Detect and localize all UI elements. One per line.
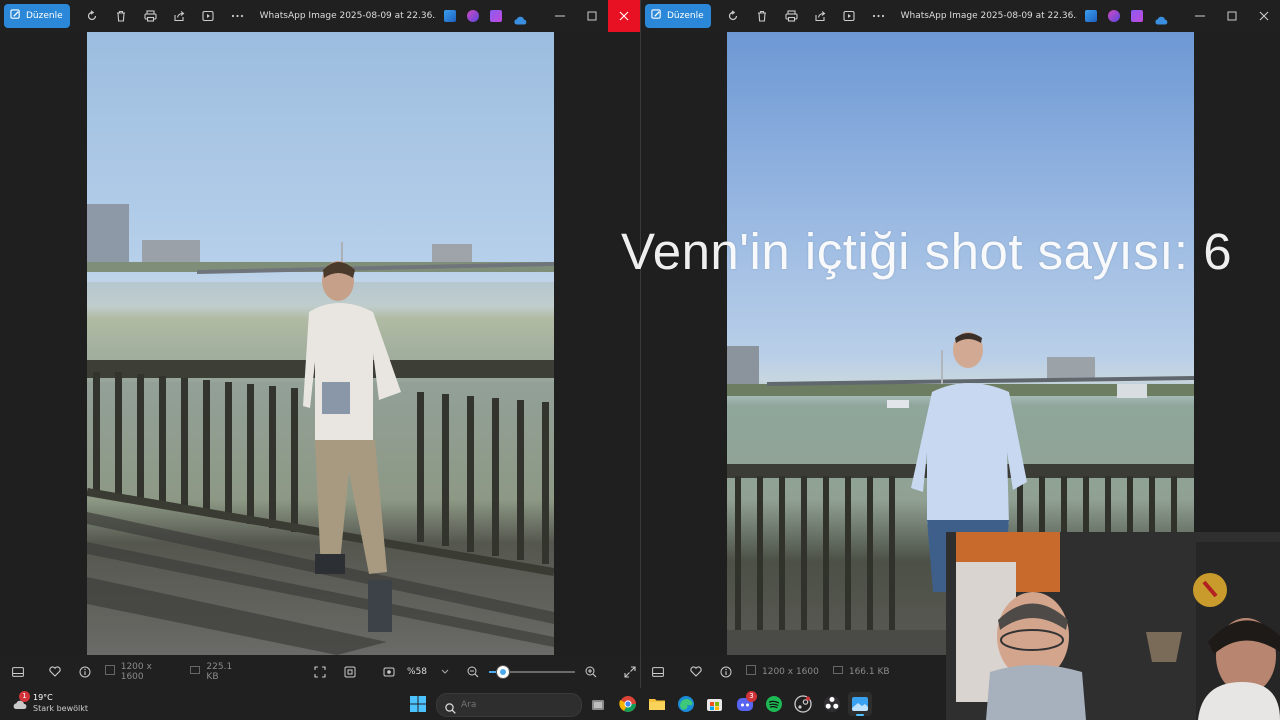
edit-icon bbox=[10, 9, 21, 23]
delete-icon[interactable] bbox=[107, 0, 136, 32]
photos-app-icon[interactable] bbox=[1084, 10, 1097, 22]
info-icon[interactable] bbox=[75, 662, 95, 682]
print-icon[interactable] bbox=[777, 0, 806, 32]
window-title: WhatsApp Image 2025-08-09 at 22.36.38... bbox=[900, 11, 1077, 21]
maximize-button[interactable] bbox=[1216, 0, 1248, 32]
maximize-button[interactable] bbox=[576, 0, 608, 32]
weather-temp: 19°C bbox=[33, 693, 53, 702]
title-bar: Düzenle WhatsApp Image 2025-08-09 at 22.… bbox=[0, 0, 640, 32]
image-dimensions-icon bbox=[746, 665, 756, 678]
rotate-icon[interactable] bbox=[719, 0, 748, 32]
favorite-icon[interactable] bbox=[686, 662, 706, 682]
fit-screen-icon[interactable] bbox=[310, 662, 330, 682]
discord-icon[interactable]: 3 bbox=[736, 691, 757, 712]
file-size: 166.1 KB bbox=[848, 666, 890, 677]
photo-canvas[interactable] bbox=[87, 32, 554, 655]
image-dimensions-icon bbox=[104, 665, 115, 678]
share-icon[interactable] bbox=[806, 0, 835, 32]
clipchamp-app-icon[interactable] bbox=[1130, 10, 1143, 22]
more-options-icon[interactable] bbox=[864, 0, 893, 32]
filmstrip-icon[interactable] bbox=[8, 662, 28, 682]
weather-badge: 1 bbox=[19, 691, 30, 702]
obs-icon[interactable] bbox=[823, 695, 841, 713]
windows-logo-icon bbox=[410, 696, 426, 712]
search-input[interactable] bbox=[459, 697, 573, 713]
minimize-button[interactable] bbox=[1184, 0, 1216, 32]
webcam-overlay bbox=[946, 532, 1280, 720]
file-size: 225.1 KB bbox=[206, 661, 233, 682]
photo-image bbox=[87, 204, 554, 655]
share-icon[interactable] bbox=[165, 0, 194, 32]
delete-icon[interactable] bbox=[748, 0, 777, 32]
search-icon bbox=[445, 699, 456, 718]
start-button[interactable] bbox=[410, 696, 426, 712]
onedrive-icon[interactable] bbox=[513, 10, 526, 25]
discord-badge: 3 bbox=[746, 691, 757, 702]
photos-taskbar-icon[interactable] bbox=[848, 692, 872, 716]
zoom-slider-thumb[interactable] bbox=[496, 665, 509, 678]
rotate-icon[interactable] bbox=[78, 0, 107, 32]
zoom-in-icon[interactable] bbox=[581, 662, 601, 682]
spotify-icon[interactable] bbox=[765, 695, 783, 713]
filmstrip-icon[interactable] bbox=[648, 662, 668, 682]
zoom-slider[interactable] bbox=[488, 665, 575, 679]
zoom-out-icon[interactable] bbox=[463, 662, 483, 682]
onedrive-icon[interactable] bbox=[1154, 10, 1167, 25]
image-dimensions: 1200 x 1600 bbox=[120, 661, 152, 682]
designer-app-icon[interactable] bbox=[466, 10, 479, 22]
task-view-icon[interactable] bbox=[591, 697, 605, 711]
store-icon[interactable] bbox=[706, 695, 723, 712]
close-button[interactable] bbox=[608, 0, 640, 32]
fullscreen-icon[interactable] bbox=[620, 662, 640, 682]
edit-button[interactable]: Düzenle bbox=[645, 4, 711, 28]
chevron-down-icon bbox=[441, 667, 449, 677]
info-icon[interactable] bbox=[716, 662, 736, 682]
window-title: WhatsApp Image 2025-08-09 at 22.36.54... bbox=[259, 11, 436, 21]
webcam-feed bbox=[946, 532, 1280, 720]
more-options-icon[interactable] bbox=[223, 0, 252, 32]
zoom-dropdown[interactable]: %58 bbox=[407, 667, 449, 677]
actual-size-icon[interactable] bbox=[340, 662, 360, 682]
minimize-button[interactable] bbox=[544, 0, 576, 32]
weather-desc: Stark bewölkt bbox=[33, 704, 89, 713]
edit-icon bbox=[651, 9, 662, 23]
edit-button[interactable]: Düzenle bbox=[4, 4, 70, 28]
photos-window-left: Düzenle WhatsApp Image 2025-08-09 at 22.… bbox=[0, 0, 640, 688]
search-box[interactable] bbox=[436, 693, 582, 717]
edit-button-label: Düzenle bbox=[26, 11, 63, 21]
print-icon[interactable] bbox=[136, 0, 165, 32]
image-dimensions: 1200 x 1600 bbox=[762, 666, 819, 677]
slideshow-icon[interactable] bbox=[194, 0, 223, 32]
edge-icon[interactable] bbox=[677, 695, 695, 713]
zoom-value: %58 bbox=[407, 666, 428, 677]
zoom-fit-icon[interactable] bbox=[379, 662, 399, 682]
file-explorer-icon[interactable] bbox=[648, 696, 666, 712]
title-bar: Düzenle WhatsApp Image 2025-08-09 at 22.… bbox=[641, 0, 1280, 32]
designer-app-icon[interactable] bbox=[1107, 10, 1120, 22]
edit-button-label: Düzenle bbox=[667, 11, 704, 21]
file-size-icon bbox=[190, 665, 201, 678]
slideshow-icon[interactable] bbox=[835, 0, 864, 32]
clipchamp-app-icon[interactable] bbox=[489, 10, 502, 22]
photos-app-icon[interactable] bbox=[443, 10, 456, 22]
overlay-caption: Venn'in içtiği shot sayısı: 6 bbox=[621, 223, 1233, 280]
weather-widget[interactable]: 1 19°C Stark bewölkt bbox=[12, 691, 102, 716]
favorite-icon[interactable] bbox=[46, 662, 66, 682]
steam-icon[interactable] bbox=[794, 695, 812, 713]
close-button[interactable] bbox=[1248, 0, 1280, 32]
file-size-icon bbox=[832, 665, 843, 678]
chrome-icon[interactable] bbox=[619, 695, 637, 713]
status-bar: 1200 x 1600 225.1 KB %58 bbox=[0, 655, 640, 688]
